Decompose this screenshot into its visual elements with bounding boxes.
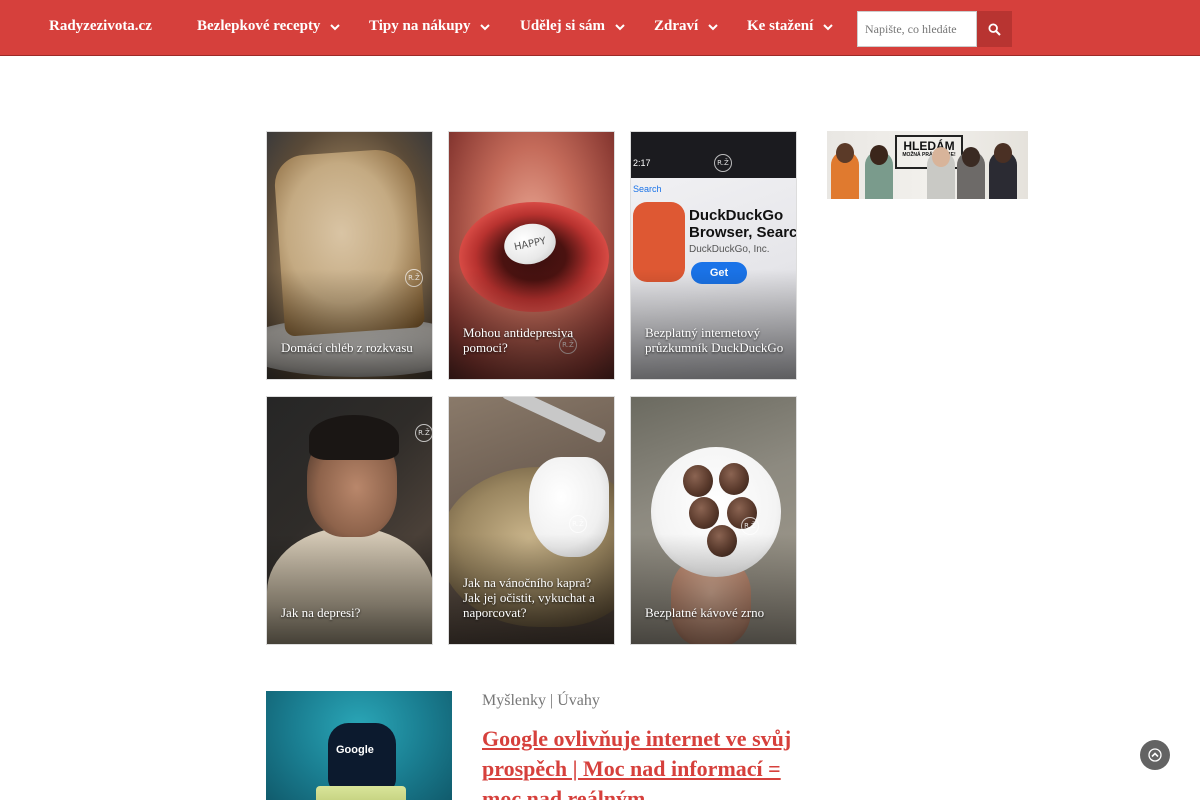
google-figure-image xyxy=(328,723,396,793)
top-navbar: Radyzezivota.cz Bezlepkové recepty Tipy … xyxy=(0,0,1200,56)
nav-item-zdravi[interactable]: Zdraví xyxy=(654,18,718,35)
nav-item-label: Bezlepkové recepty xyxy=(197,18,321,34)
phone-search-label: Search xyxy=(633,184,662,194)
chevron-down-icon xyxy=(615,23,625,30)
thumbnail-label: Google xyxy=(336,744,374,756)
article-card-antidepresiva[interactable]: HAPPY R.Ž Mohou antidepresiva pomoci? xyxy=(448,131,615,380)
phone-status-bar xyxy=(631,132,796,178)
search-button[interactable] xyxy=(977,11,1012,47)
caption-shade xyxy=(449,269,614,379)
nav-item-label: Tipy na nákupy xyxy=(369,18,471,34)
nav-item-bezlepkove-recepty[interactable]: Bezlepkové recepty xyxy=(197,18,341,35)
ad-person-head-image xyxy=(932,147,950,167)
caption-shade xyxy=(267,534,432,644)
card-caption: Jak na depresi? xyxy=(281,605,361,620)
article-card-kavove-zrno[interactable]: R.Ž Bezplatné kávové zrno xyxy=(630,396,797,645)
article-card-jak-na-depresi[interactable]: R.Ž Jak na depresi? xyxy=(266,396,433,645)
category-link-myslenky[interactable]: Myšlenky xyxy=(482,692,546,709)
back-to-top-button[interactable] xyxy=(1140,740,1170,770)
ad-person-head-image xyxy=(870,145,888,165)
coffee-bean-image xyxy=(689,497,719,529)
nav-item-label: Ke stažení xyxy=(747,18,814,34)
card-caption: Jak na vánočního kapra? Jak jej očistit,… xyxy=(463,575,595,620)
nav-item-udelej-si-sam[interactable]: Udělej si sám xyxy=(520,18,625,35)
card-caption: Mohou antidepresiva pomoci? xyxy=(463,325,574,355)
article-card-domaci-chleb[interactable]: R.Ž Domácí chléb z rozkvasu xyxy=(266,131,433,380)
nav-item-ke-stazeni[interactable]: Ke stažení xyxy=(747,18,833,35)
phone-time: 2:17 xyxy=(633,158,651,168)
search-icon xyxy=(988,22,1001,36)
article-categories: Myšlenky | Úvahy xyxy=(482,692,600,710)
article-card-duckduckgo[interactable]: 2:17 R.Ž Search DuckDuckGo Browser, Sear… xyxy=(630,131,797,380)
article-title-link[interactable]: Google ovlivňuje internet ve svůj prospě… xyxy=(482,724,802,800)
watermark-icon: R.Ž xyxy=(415,424,432,442)
watermark-icon: R.Ž xyxy=(569,515,587,533)
ad-person-head-image xyxy=(994,143,1012,163)
caption-shade xyxy=(631,269,796,379)
caption-shade xyxy=(631,534,796,644)
category-link-uvahy[interactable]: Úvahy xyxy=(557,692,600,709)
nav-item-label: Zdraví xyxy=(654,18,699,34)
article-card-vanocni-kapr[interactable]: R.Ž Jak na vánočního kapra? Jak jej očis… xyxy=(448,396,615,645)
site-logo-link[interactable]: Radyzezivota.cz xyxy=(49,18,152,35)
chevron-up-icon xyxy=(1148,748,1162,762)
caption-shade xyxy=(267,269,432,379)
money-image xyxy=(316,786,406,800)
sidebar-ad-banner[interactable]: HLEDÁM MOŽNÁ PRÁVĚ TEBE! xyxy=(827,131,1028,199)
chevron-down-icon xyxy=(708,23,718,30)
article-thumbnail[interactable]: Google xyxy=(266,691,452,800)
card-caption: Bezplatný internetový průzkumník DuckDuc… xyxy=(645,325,784,355)
coffee-bean-image xyxy=(683,465,713,497)
chevron-down-icon xyxy=(823,23,833,30)
hair-image xyxy=(309,415,399,460)
nav-item-tipy-na-nakupy[interactable]: Tipy na nákupy xyxy=(369,18,491,35)
ad-person-head-image xyxy=(836,143,854,163)
watermark-icon: R.Ž xyxy=(714,154,732,172)
card-caption: Domácí chléb z rozkvasu xyxy=(281,340,413,355)
chevron-down-icon xyxy=(480,23,491,30)
search-input[interactable] xyxy=(857,11,977,47)
knife-image xyxy=(501,397,607,444)
coffee-bean-image xyxy=(719,463,749,495)
phone-app-publisher: DuckDuckGo, Inc. xyxy=(689,244,770,255)
card-caption: Bezplatné kávové zrno xyxy=(645,605,765,620)
phone-app-name: DuckDuckGo Browser, Search xyxy=(689,207,797,241)
watermark-icon: R.Ž xyxy=(741,517,759,535)
ad-person-head-image xyxy=(962,147,980,167)
category-separator: | xyxy=(546,692,558,709)
nav-item-label: Udělej si sám xyxy=(520,18,605,34)
chevron-down-icon xyxy=(330,23,341,30)
